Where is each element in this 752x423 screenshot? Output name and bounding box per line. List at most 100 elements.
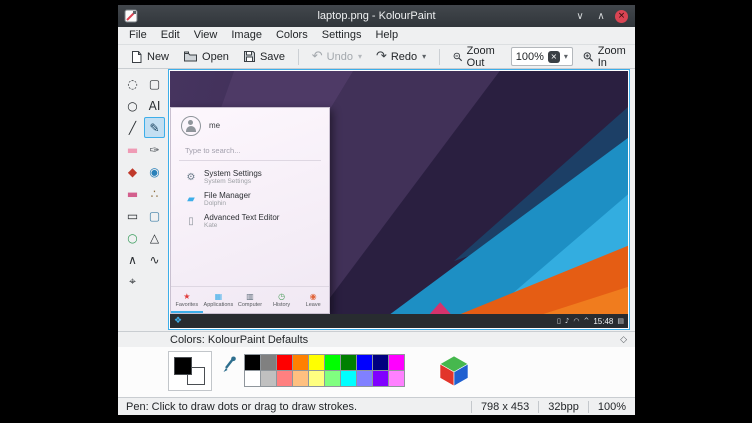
launcher-tab-icon: ▥ [246, 292, 254, 301]
palette-color-cell[interactable] [276, 370, 293, 387]
palette-color-cell[interactable] [356, 354, 373, 371]
palette-color-cell[interactable] [340, 354, 357, 371]
undo-button[interactable]: ↶ Undo ▾ [306, 47, 368, 66]
kolourpaint-window: laptop.png - KolourPaint ∨ ∧ × File Edit… [118, 5, 635, 415]
tool-selection-elliptical[interactable]: ○ [122, 95, 143, 116]
open-button[interactable]: Open [177, 48, 235, 65]
palette-color-cell[interactable] [372, 370, 389, 387]
tool-text[interactable]: AI [144, 95, 165, 116]
palette-color-cell[interactable] [388, 354, 405, 371]
menu-item[interactable]: Settings [315, 27, 369, 44]
window-title: laptop.png - KolourPaint [118, 10, 635, 22]
launcher-tab: ★ Favorites [171, 287, 203, 313]
palette-color-cell[interactable] [372, 354, 389, 371]
palette-color-cell[interactable] [260, 370, 277, 387]
search-placeholder: Type to search... [185, 146, 240, 155]
launcher-tab-label: Applications [204, 302, 234, 308]
launcher-item-label: File Manager [204, 191, 251, 200]
canvas-image[interactable]: me Type to search... ⚙ System Settings S [170, 71, 628, 328]
zoom-level: 100% [598, 401, 635, 413]
launcher-tab-icon: ◉ [310, 292, 317, 301]
user-name: me [209, 121, 220, 130]
tray-icon: ▯ [557, 317, 561, 325]
close-button[interactable]: × [615, 10, 628, 23]
title-bar[interactable]: laptop.png - KolourPaint ∨ ∧ × [118, 5, 635, 27]
tool-brush[interactable]: ✑ [144, 139, 165, 160]
palette-color-cell[interactable] [276, 354, 293, 371]
tool-curve[interactable]: ∿ [144, 249, 165, 270]
launcher-item-subtitle: System Settings [204, 178, 262, 186]
zoom-in-button[interactable]: Zoom In [577, 43, 635, 71]
desktop-background: laptop.png - KolourPaint ∨ ∧ × File Edit… [0, 0, 752, 423]
launcher-item-label: System Settings [204, 169, 262, 178]
menu-item[interactable]: Edit [154, 27, 187, 44]
tool-spraycan[interactable]: ∴ [144, 183, 165, 204]
tool-line[interactable]: ╱ [122, 117, 143, 138]
menu-item[interactable]: File [122, 27, 154, 44]
zoom-out-icon [453, 50, 463, 64]
tool-flood-fill[interactable]: ◆ [122, 161, 143, 182]
menu-item[interactable]: Colors [269, 27, 315, 44]
tool-ellipse[interactable]: ○ [122, 227, 143, 248]
palette-color-cell[interactable] [244, 354, 261, 371]
palette-color-cell[interactable] [324, 354, 341, 371]
minimize-button[interactable]: ∨ [573, 9, 587, 23]
tool-selection-free-form[interactable]: ◌ [122, 73, 143, 94]
save-floppy-icon [243, 50, 256, 63]
launcher-item-icon: ▰ [185, 194, 197, 205]
zoom-out-button[interactable]: Zoom Out [447, 43, 507, 71]
tool-rectangle[interactable]: ▭ [122, 205, 143, 226]
palette-color-cell[interactable] [340, 370, 357, 387]
palette-color-cell[interactable] [308, 354, 325, 371]
redo-button[interactable]: ↷ Redo ▾ [370, 47, 432, 66]
redo-dropdown-arrow[interactable]: ▾ [422, 52, 426, 61]
launcher-item: ⚙ System Settings System Settings [171, 166, 329, 188]
launcher-item: ▯ Advanced Text Editor Kate [171, 210, 329, 232]
palette-color-cell[interactable] [388, 370, 405, 387]
tool-eraser[interactable]: ▬ [122, 139, 143, 160]
palette-color-cell[interactable] [244, 370, 261, 387]
launcher-tab-label: Favorites [175, 302, 198, 308]
tool-rounded-rectangle[interactable]: ▢ [144, 205, 165, 226]
launcher-tab: ◷ History [266, 287, 298, 313]
main-toolbar: New Open Save ↶ Undo [118, 45, 635, 69]
status-bar: Pen: Click to draw dots or drag to draw … [118, 397, 635, 415]
zoom-value[interactable]: 100% [516, 51, 544, 63]
menu-item[interactable]: View [187, 27, 225, 44]
launcher-tab-icon: ◷ [278, 292, 285, 301]
screenshot-taskbar: ❖ ▯ ♪ ◠ ^ [170, 314, 628, 328]
palette-color-cell[interactable] [292, 370, 309, 387]
zoom-dropdown-arrow[interactable]: ▾ [564, 52, 568, 61]
tool-zoom[interactable]: ⌖ [122, 271, 143, 292]
palette-color-cell[interactable] [308, 370, 325, 387]
tool-pen[interactable]: ✎ [144, 117, 165, 138]
save-button[interactable]: Save [237, 48, 291, 65]
dock-float-icon[interactable]: ◇ [620, 335, 627, 345]
toolbar-separator [439, 49, 440, 65]
zoom-combobox[interactable]: 100% × ▾ [511, 47, 573, 66]
foreground-color-swatch[interactable] [174, 357, 192, 375]
menu-item[interactable]: Image [224, 27, 269, 44]
color-similarity-cube[interactable] [438, 354, 470, 388]
dropper-icon [221, 356, 237, 374]
new-button[interactable]: New [124, 48, 175, 66]
tool-polygon[interactable]: △ [144, 227, 165, 248]
clear-zoom-icon[interactable]: × [548, 51, 560, 63]
user-avatar [181, 116, 201, 136]
palette-color-cell[interactable] [292, 354, 309, 371]
launcher-tab-label: Computer [238, 302, 262, 308]
menu-item[interactable]: Help [368, 27, 405, 44]
maximize-button[interactable]: ∧ [594, 9, 608, 23]
tool-color-eraser[interactable]: ▬ [122, 183, 143, 204]
tool-connected-lines[interactable]: ∧ [122, 249, 143, 270]
palette-color-cell[interactable] [260, 354, 277, 371]
launcher-tab: ▥ Computer [234, 287, 266, 313]
palette-color-cell[interactable] [324, 370, 341, 387]
colors-dock-header[interactable]: Colors: KolourPaint Defaults ◇ [118, 331, 635, 347]
color-swatch-card[interactable] [168, 351, 212, 391]
tool-selection-rectangular[interactable]: ▢ [144, 73, 165, 94]
palette-color-cell[interactable] [356, 370, 373, 387]
canvas-viewport[interactable]: me Type to search... ⚙ System Settings S [168, 69, 630, 330]
tray-icon: ◠ [573, 317, 579, 325]
tool-color-picker[interactable]: ◉ [144, 161, 165, 182]
